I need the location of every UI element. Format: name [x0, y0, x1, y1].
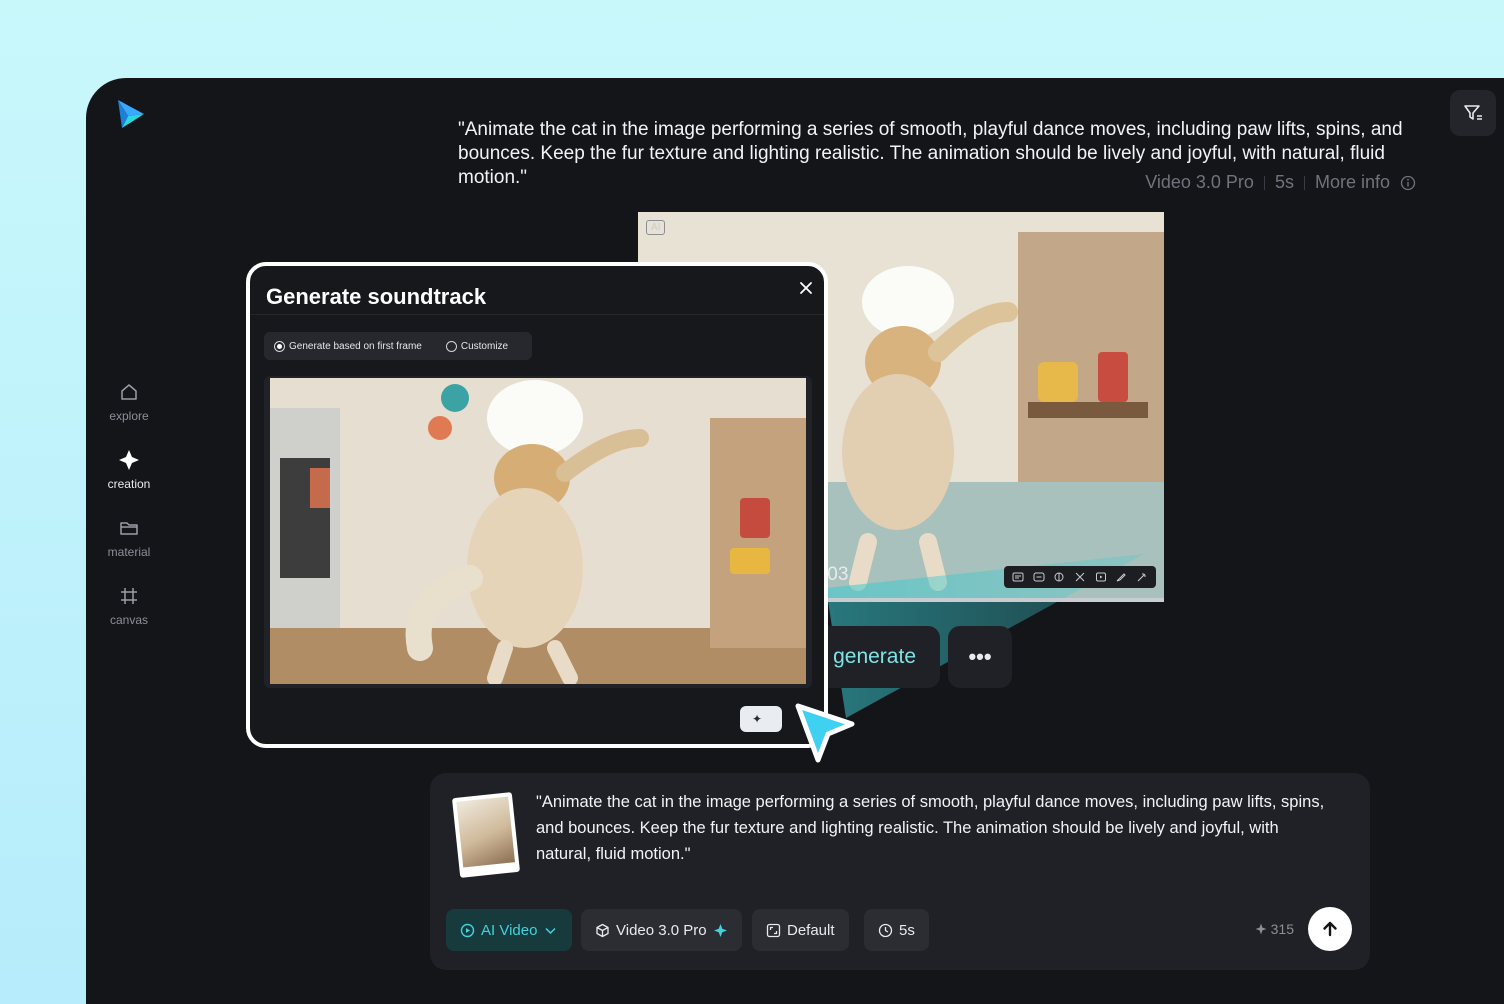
- credits-value: 315: [1270, 921, 1294, 937]
- arrow-up-icon: [1323, 921, 1337, 937]
- mode-selector[interactable]: AI Video: [446, 909, 573, 951]
- sidebar-item-canvas[interactable]: canvas: [86, 572, 172, 640]
- more-info-link[interactable]: More info: [1315, 172, 1390, 193]
- model-label: Video 3.0 Pro: [616, 921, 707, 939]
- sidebar-item-material[interactable]: material: [86, 504, 172, 572]
- sparkle-icon: [713, 923, 727, 937]
- folder-icon: [120, 522, 138, 535]
- mode-label: AI Video: [481, 921, 538, 939]
- sidebar-item-label: creation: [107, 477, 151, 491]
- meta-separator: [1303, 175, 1305, 190]
- chevron-down-icon: [545, 927, 556, 934]
- filter-button[interactable]: [1450, 90, 1496, 136]
- sparkle-icon: [119, 450, 139, 470]
- ai-video-icon: [460, 923, 475, 937]
- caption-icon[interactable]: [1033, 571, 1045, 583]
- send-button[interactable]: [1308, 907, 1352, 951]
- credit-sparkle-icon: [1255, 923, 1267, 935]
- soundtrack-source-options: Generate based on first frame Customize: [264, 332, 532, 360]
- aspect-ratio-icon: [766, 923, 781, 937]
- clock-icon: [878, 923, 893, 937]
- option-first-frame[interactable]: Generate based on first frame: [274, 340, 422, 352]
- aspect-ratio-label: Default: [787, 921, 835, 939]
- radio-indicator: [274, 340, 285, 352]
- option-label: Customize: [460, 340, 509, 352]
- pointer-cursor-icon: [795, 703, 855, 763]
- option-label: Generate based on first frame: [289, 340, 422, 352]
- generation-meta: Video 3.0 Pro 5s More info: [1145, 172, 1416, 193]
- more-options-button[interactable]: •••: [948, 626, 1012, 688]
- credits-counter: 315: [1255, 921, 1294, 937]
- reference-image-thumbnail[interactable]: [451, 792, 521, 878]
- model-selector[interactable]: Video 3.0 Pro: [581, 909, 742, 951]
- crop-frame-icon: [121, 588, 137, 604]
- first-frame-preview: [264, 376, 812, 688]
- sidebar-item-label: material: [107, 545, 151, 559]
- expand-icon[interactable]: [1074, 571, 1086, 583]
- duration-label: 5s: [899, 921, 915, 939]
- meta-duration: 5s: [1274, 172, 1294, 192]
- video-toolbar: [1004, 566, 1156, 588]
- radio-indicator: [445, 340, 457, 352]
- filter-icon: [1464, 105, 1482, 120]
- meta-model: Video 3.0 Pro: [1145, 172, 1254, 192]
- subtitle-icon[interactable]: [1012, 571, 1024, 583]
- sidebar: explore creation material canvas: [86, 368, 172, 640]
- duration-selector[interactable]: 5s: [864, 909, 929, 951]
- ai-badge: AI: [646, 220, 666, 235]
- play-frame-icon[interactable]: [1095, 571, 1107, 583]
- magic-wand-icon[interactable]: [1136, 571, 1148, 583]
- generate-soundtrack-dialog: Generate soundtrack Generate based on fi…: [246, 262, 828, 748]
- aspect-ratio-selector[interactable]: Default: [752, 909, 849, 951]
- cube-icon: [596, 923, 609, 937]
- home-icon: [121, 384, 137, 400]
- info-icon[interactable]: [1400, 175, 1416, 191]
- enhance-icon[interactable]: [1053, 571, 1065, 583]
- composer-prompt-input[interactable]: "Animate the cat in the image performing…: [536, 789, 1336, 867]
- sidebar-item-label: canvas: [109, 613, 149, 627]
- cat-kitchen-image: [270, 378, 806, 684]
- first-frame-image: [270, 378, 806, 684]
- edit-brush-icon[interactable]: [1115, 571, 1127, 583]
- dialog-divider: [250, 314, 824, 315]
- close-icon[interactable]: [798, 280, 814, 296]
- meta-separator: [1263, 175, 1265, 190]
- sidebar-item-label: explore: [109, 409, 149, 423]
- app-logo-icon[interactable]: [114, 98, 146, 130]
- dialog-title: Generate soundtrack: [266, 284, 487, 309]
- sidebar-item-explore[interactable]: explore: [86, 368, 172, 436]
- sidebar-item-creation[interactable]: creation: [86, 436, 172, 504]
- generate-soundtrack-button[interactable]: ✦: [740, 706, 782, 732]
- thumbnail-image: [456, 796, 515, 868]
- option-customize[interactable]: Customize: [445, 340, 509, 352]
- prompt-composer: "Animate the cat in the image performing…: [430, 773, 1370, 970]
